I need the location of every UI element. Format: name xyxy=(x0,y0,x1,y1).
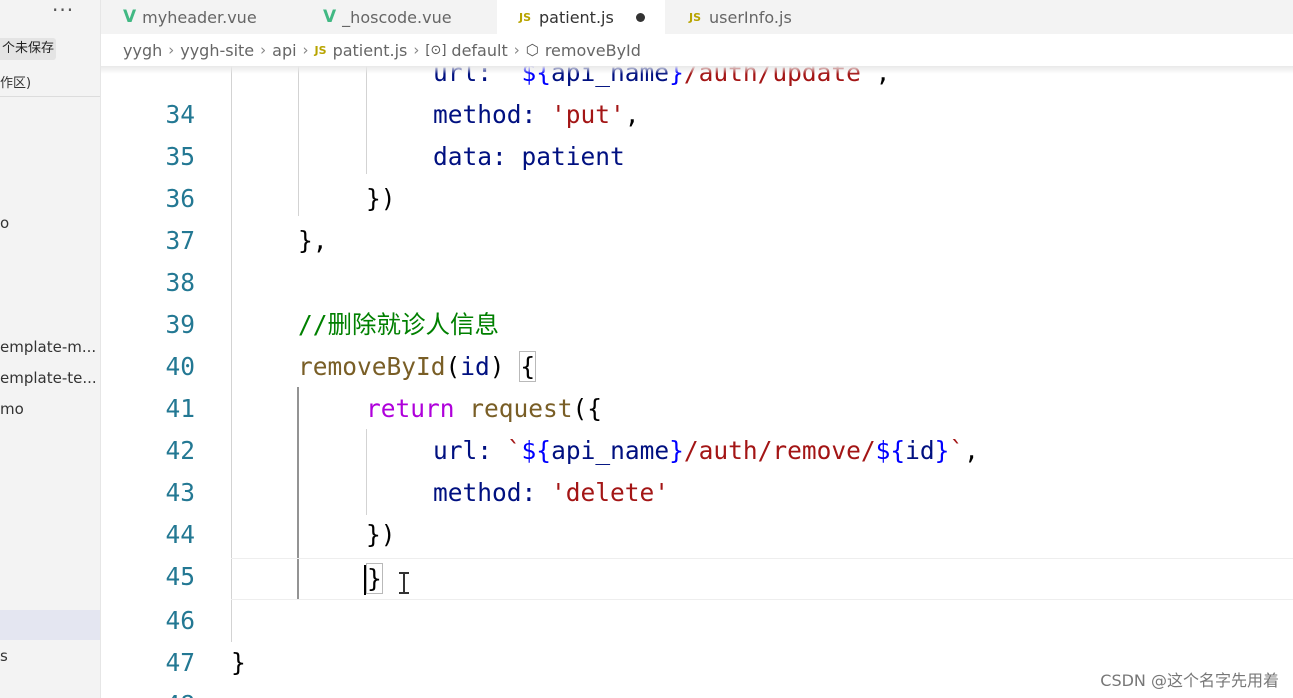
code-line: 45 }) xyxy=(101,514,1293,591)
chevron-right-icon: › xyxy=(513,41,520,59)
code-line: 41 removeById(id) { xyxy=(101,346,1293,423)
tab-userinfo-js[interactable]: JS userInfo.js xyxy=(667,0,827,34)
tab-patient-js[interactable]: JS patient.js xyxy=(497,0,665,34)
tab-myheader-vue[interactable]: V myheader.vue xyxy=(101,0,297,34)
code-line: 40 //删除就诊人信息 xyxy=(101,304,1293,381)
tab-hoscode-vue[interactable]: V _hoscode.vue xyxy=(301,0,497,34)
ibeam-cursor-icon xyxy=(398,572,410,594)
explorer-sidebar: ··· 个未保存 作区) o emplate-m... emplate-te..… xyxy=(0,0,101,698)
chevron-right-icon: › xyxy=(413,41,420,59)
code-line: 36 data: patient xyxy=(101,136,1293,213)
more-actions-icon[interactable]: ··· xyxy=(52,0,74,22)
sidebar-item[interactable]: mo xyxy=(0,400,24,418)
js-file-icon: JS xyxy=(519,10,532,24)
code-line: 38 }, xyxy=(101,220,1293,297)
unsaved-count-label: 个未保存 xyxy=(0,38,56,60)
js-file-icon: JS xyxy=(314,43,327,57)
tab-label: userInfo.js xyxy=(709,7,792,27)
unsaved-dot-icon[interactable] xyxy=(635,12,645,22)
code-line: 39 xyxy=(101,262,1293,339)
breadcrumb-item[interactable]: default xyxy=(451,41,507,60)
js-file-icon: JS xyxy=(689,10,702,24)
method-cube-icon: ⬡ xyxy=(525,41,539,59)
breadcrumb-item[interactable]: yygh xyxy=(123,41,162,60)
matched-bracket: } xyxy=(366,563,383,594)
line-number: 48 xyxy=(141,684,195,698)
code-line: 37 }) xyxy=(101,178,1293,255)
breadcrumb-item[interactable]: yygh-site xyxy=(180,41,254,60)
code-line-current: 46 } xyxy=(101,558,1293,635)
sidebar-item[interactable]: emplate-m... xyxy=(0,338,96,356)
breadcrumb-item[interactable]: removeById xyxy=(545,41,641,60)
breadcrumb-item[interactable]: patient.js xyxy=(333,41,408,60)
editor-tab-bar: V myheader.vue V _hoscode.vue JS patient… xyxy=(101,0,1293,34)
tab-label: patient.js xyxy=(539,7,614,27)
sidebar-selected-row[interactable] xyxy=(0,610,100,640)
tab-label: myheader.vue xyxy=(142,7,257,27)
watermark: CSDN @这个名字先用着 xyxy=(1100,671,1279,690)
sidebar-item[interactable]: emplate-te... xyxy=(0,369,97,387)
code-line: 43 url: `${api_name}/auth/remove/${id}`, xyxy=(101,430,1293,507)
sidebar-item[interactable]: o xyxy=(0,214,9,232)
breadcrumb-item[interactable]: api xyxy=(272,41,296,60)
chevron-right-icon: › xyxy=(260,41,267,59)
breadcrumb: yygh › yygh-site › api › JS patient.js ›… xyxy=(101,34,1293,66)
chevron-right-icon: › xyxy=(168,41,175,59)
workspace-label: 作区) xyxy=(0,76,32,91)
code-line: 47 xyxy=(101,600,1293,677)
chevron-right-icon: › xyxy=(302,41,309,59)
matched-bracket: { xyxy=(519,351,537,382)
code-line: 42 return request({ xyxy=(101,388,1293,465)
vue-file-icon: V xyxy=(123,7,137,27)
code-line: 35 method: 'put', xyxy=(101,94,1293,171)
code-line: 44 method: 'delete' xyxy=(101,472,1293,549)
sidebar-item[interactable]: s xyxy=(0,647,8,665)
tab-label: _hoscode.vue xyxy=(342,7,452,27)
vue-file-icon: V xyxy=(323,7,337,27)
scroll-shadow xyxy=(101,66,1293,74)
code-editor[interactable]: 34 url: ${api_name}/auth/update`, 35 met… xyxy=(101,66,1293,698)
sidebar-divider xyxy=(0,96,100,97)
namespace-icon: [⊙] xyxy=(425,42,447,58)
code-comment: //删除就诊人信息 xyxy=(298,310,499,339)
